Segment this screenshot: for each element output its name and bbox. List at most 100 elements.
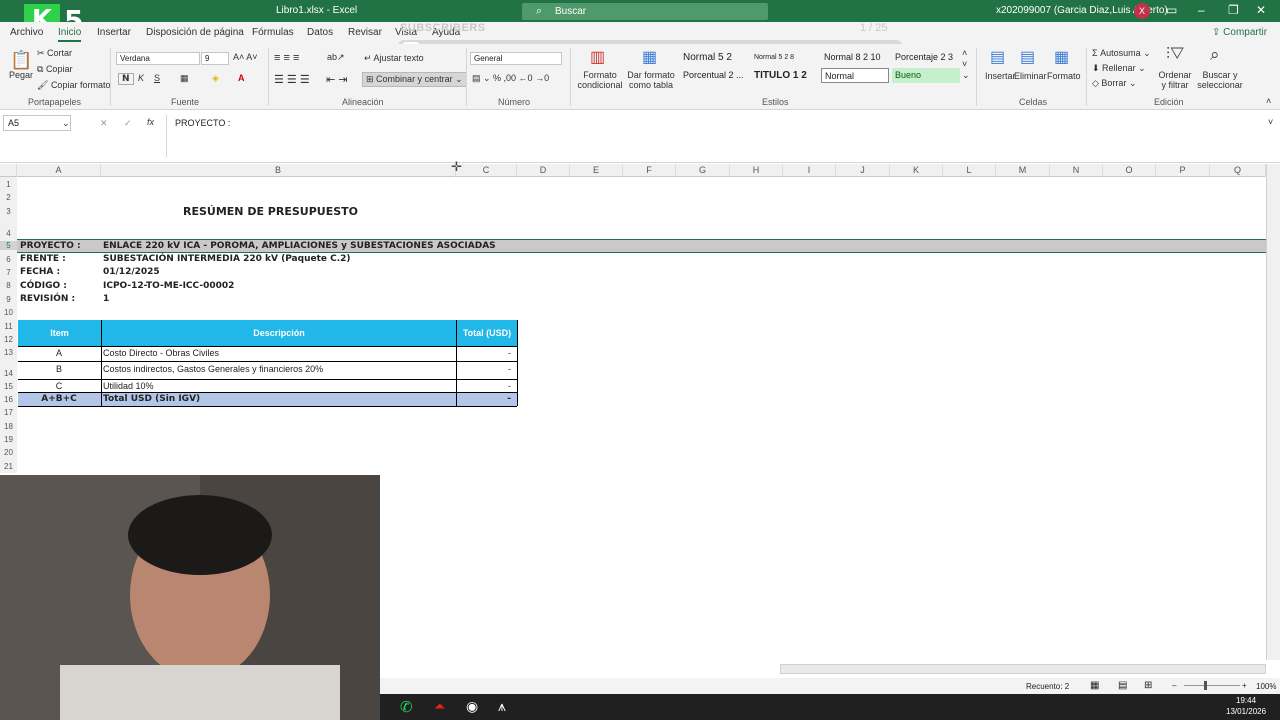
minimize-icon[interactable]: – <box>1198 3 1205 17</box>
number-format-select[interactable]: General <box>470 52 562 65</box>
copy-button[interactable]: ⧉ Copiar <box>37 64 72 75</box>
column-header-l[interactable]: L <box>943 164 996 177</box>
fill-button[interactable]: ⬇ Rellenar ⌄ <box>1092 63 1146 74</box>
style-porcentaje-2-3[interactable]: Porcentaje 2 3 <box>892 50 960 65</box>
merge-center-button[interactable]: ⊞ Combinar y centrar ⌄ <box>362 72 467 87</box>
fill-color-icon[interactable]: ◈ <box>212 73 219 84</box>
name-box-dropdown-icon[interactable]: ⌄ <box>62 118 70 129</box>
column-header-p[interactable]: P <box>1156 164 1210 177</box>
autosum-button[interactable]: Σ Autosuma ⌄ <box>1092 48 1151 59</box>
paste-button[interactable]: Pegar <box>9 70 33 80</box>
style-normal[interactable]: Normal <box>821 68 889 83</box>
orientation-icon[interactable]: ab↗ <box>327 52 345 63</box>
bold-button[interactable]: N <box>118 73 134 85</box>
insert-button[interactable]: Insertar <box>985 71 1016 81</box>
style-bueno[interactable]: Bueno <box>892 68 960 83</box>
format-as-table-button[interactable]: Dar formato como tabla <box>627 70 675 90</box>
paste-icon[interactable]: 📋 <box>10 50 32 71</box>
font-name-select[interactable]: Verdana <box>116 52 200 65</box>
row-header-16[interactable]: 16 <box>0 395 17 404</box>
insert-function-icon[interactable]: fx <box>147 117 154 127</box>
underline-button[interactable]: S <box>154 73 160 83</box>
tab-disposicion[interactable]: Disposición de página <box>146 27 244 38</box>
style-normal-5-2-8[interactable]: Normal 5 2 8 <box>751 50 817 65</box>
row-header-17[interactable]: 17 <box>0 408 17 417</box>
row-header-4[interactable]: 4 <box>0 229 17 238</box>
app-icon[interactable]: ⩚ <box>498 698 506 715</box>
row-header-14[interactable]: 14 <box>0 369 17 378</box>
page-break-icon[interactable]: ⊞ <box>1144 680 1152 691</box>
column-header-j[interactable]: J <box>836 164 890 177</box>
row-header-15[interactable]: 15 <box>0 382 17 391</box>
zoom-in-icon[interactable]: + <box>1242 681 1247 690</box>
row-header-5[interactable]: 5 <box>0 241 17 250</box>
column-header-e[interactable]: E <box>570 164 623 177</box>
cancel-icon[interactable]: ✕ <box>100 118 108 129</box>
style-normal-5-2[interactable]: Normal 5 2 <box>680 50 748 65</box>
increase-font-icon[interactable]: A˄ A˅ <box>233 52 258 62</box>
ribbon-display-icon[interactable]: ▭ <box>1166 3 1177 17</box>
accounting-format-icon[interactable]: ▤ ⌄ % ,00 ←0 →0 <box>472 73 549 84</box>
expand-formula-icon[interactable]: ˅ <box>1268 117 1273 127</box>
row-header-12[interactable]: 12 <box>0 335 17 344</box>
row-header-21[interactable]: 21 <box>0 462 17 471</box>
row-header-13[interactable]: 13 <box>0 348 17 357</box>
column-header-o[interactable]: O <box>1103 164 1156 177</box>
tab-revisar[interactable]: Revisar <box>348 27 382 38</box>
row-header-3[interactable]: 3 <box>0 207 17 216</box>
row-header-9[interactable]: 9 <box>0 295 17 304</box>
column-header-g[interactable]: G <box>676 164 730 177</box>
styles-scroll-icon[interactable]: ˄ ˅ ⌄ <box>962 48 970 81</box>
clear-button[interactable]: ◇ Borrar ⌄ <box>1092 78 1136 89</box>
avatar[interactable]: X <box>1134 3 1150 19</box>
tab-archivo[interactable]: Archivo <box>10 27 43 38</box>
row-header-11[interactable]: 11 <box>0 322 17 331</box>
column-header-c[interactable]: C <box>456 164 517 177</box>
style-normal-8-2-10[interactable]: Normal 8 2 10 <box>821 50 889 65</box>
conditional-format-button[interactable]: Formato condicional <box>576 70 624 90</box>
column-header-b[interactable]: B <box>101 164 456 177</box>
zoom-slider-thumb[interactable] <box>1204 681 1207 690</box>
indent-icon[interactable]: ⇤ ⇥ <box>326 73 348 86</box>
search-box[interactable]: ⌕ Buscar <box>522 3 768 20</box>
tab-inicio[interactable]: Inicio <box>58 27 82 42</box>
column-header-i[interactable]: I <box>783 164 836 177</box>
formula-input[interactable]: PROYECTO : <box>166 115 1266 157</box>
style-titulo-1-2[interactable]: TITULO 1 2 <box>751 68 817 83</box>
normal-view-icon[interactable]: ▦ <box>1090 680 1099 691</box>
row-header-19[interactable]: 19 <box>0 435 17 444</box>
font-color-icon[interactable]: A <box>238 73 245 83</box>
column-header-q[interactable]: Q <box>1210 164 1266 177</box>
sort-filter-button[interactable]: Ordenar y filtrar <box>1156 70 1194 90</box>
font-size-select[interactable]: 9 <box>201 52 229 65</box>
row-header-6[interactable]: 6 <box>0 255 17 264</box>
close-icon[interactable]: ✕ <box>1256 3 1266 17</box>
select-all-corner[interactable] <box>0 164 17 177</box>
maximize-icon[interactable]: ❐ <box>1228 3 1239 17</box>
column-header-f[interactable]: F <box>623 164 676 177</box>
wrap-text-button[interactable]: ↵ Ajustar texto <box>364 53 424 64</box>
share-button[interactable]: ⇪ Compartir <box>1212 27 1267 38</box>
row-header-20[interactable]: 20 <box>0 448 17 457</box>
zoom-level[interactable]: 100% <box>1256 682 1276 691</box>
borders-icon[interactable]: ▦ <box>180 73 189 84</box>
format-button[interactable]: Formato <box>1047 71 1081 81</box>
column-header-k[interactable]: K <box>890 164 943 177</box>
vertical-scrollbar[interactable] <box>1266 164 1280 660</box>
cut-button[interactable]: ✂ Cortar <box>37 48 72 59</box>
obs-icon[interactable]: ◉ <box>466 698 478 715</box>
acrobat-icon[interactable]: ⏶ <box>434 698 445 715</box>
find-select-button[interactable]: Buscar y seleccionar <box>1196 70 1244 90</box>
delete-button[interactable]: Eliminar <box>1014 71 1047 81</box>
style-porcentual-2[interactable]: Porcentual 2 ... <box>680 68 748 83</box>
align-left-icon[interactable]: ☰ ☰ ☰ <box>274 73 310 86</box>
horizontal-scrollbar[interactable] <box>780 664 1266 674</box>
column-header-a[interactable]: A <box>17 164 101 177</box>
row-header-18[interactable]: 18 <box>0 422 17 431</box>
row-header-2[interactable]: 2 <box>0 193 17 202</box>
row-header-1[interactable]: 1 <box>0 180 17 189</box>
row-header-10[interactable]: 10 <box>0 308 17 317</box>
row-header-8[interactable]: 8 <box>0 281 17 290</box>
column-header-d[interactable]: D <box>517 164 570 177</box>
tab-datos[interactable]: Datos <box>307 27 333 38</box>
